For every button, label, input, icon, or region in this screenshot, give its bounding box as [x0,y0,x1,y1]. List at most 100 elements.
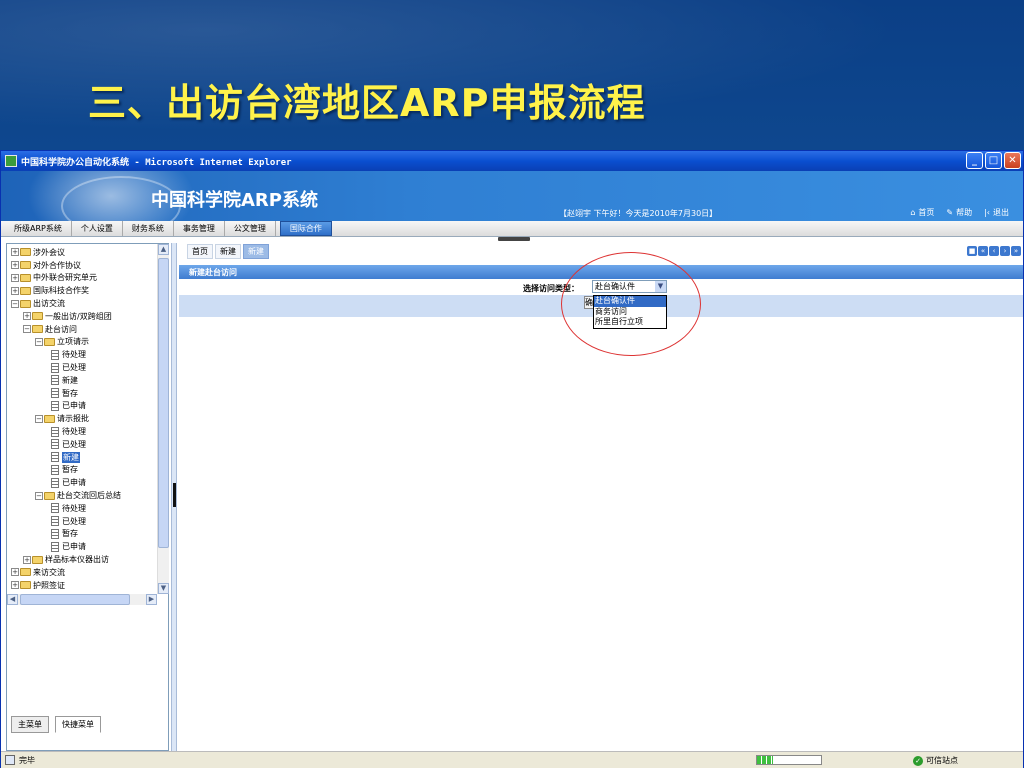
folder-icon [20,261,31,270]
tree-label: 赴台交流回后总结 [57,491,121,501]
home-link[interactable]: ⌂ 首页 [910,207,934,218]
expand-icon[interactable]: + [11,286,19,295]
user-greeting: 【赵翊宇 下午好！今天是2010年7月30日】 [559,209,718,218]
scroll-up-arrow-icon[interactable]: ▲ [158,244,169,255]
tree-item[interactable]: 已申请 [7,540,157,553]
menu-documents[interactable]: 公文管理 [225,221,276,236]
tree-folder[interactable]: + 中外联合研究单元 [7,272,157,285]
tab-new[interactable]: 新建 [215,243,241,259]
tree-folder[interactable]: + 国际科技合作奖 [7,284,157,297]
help-link[interactable]: ✎ 帮助 [946,207,972,218]
document-icon [51,541,59,552]
tree-item[interactable]: 待处理 [7,348,157,361]
tree-item[interactable]: 已处理 [7,438,157,451]
scroll-left-arrow-icon[interactable]: ◀ [7,594,18,605]
expand-icon[interactable]: + [23,555,31,564]
status-text: 完毕 [19,755,35,765]
scroll-thumb[interactable] [158,258,169,548]
tree-item[interactable]: 待处理 [7,425,157,438]
tree-folder[interactable]: + 样品标本仪器出访 [7,553,157,566]
tree-item[interactable]: 新建 [7,374,157,387]
security-zone-text: 可信站点 [926,756,958,765]
collapse-icon[interactable]: − [35,491,43,500]
tree-folder[interactable]: − 赴台访问 [7,323,157,336]
annotation-highlight-oval [561,252,701,356]
prev-icon[interactable]: ‹ [989,246,999,256]
document-icon [51,439,59,450]
folder-icon [20,299,31,308]
collapse-icon[interactable]: − [11,299,19,308]
scroll-right-arrow-icon[interactable]: ▶ [146,594,157,605]
folder-icon [20,286,31,295]
collapse-icon[interactable]: − [35,414,43,423]
expand-icon[interactable]: + [23,312,31,321]
expand-icon[interactable]: + [11,581,19,590]
last-icon[interactable]: » [1011,246,1021,256]
tree-item[interactable]: 已申请 [7,476,157,489]
check-icon: ✓ [913,755,923,766]
vertical-splitter[interactable] [171,243,177,751]
menu-finance[interactable]: 财务系统 [123,221,174,236]
folder-icon [20,568,31,577]
home-icon: ⌂ [910,208,916,217]
tree-item[interactable]: 暂存 [7,528,157,541]
help-icon: ✎ [946,208,954,217]
minimize-button[interactable]: _ [966,152,983,169]
first-icon[interactable]: « [978,246,988,256]
tree-folder[interactable]: + 来访交流 [7,566,157,579]
tab-home[interactable]: 首页 [187,243,213,259]
tree-item[interactable]: 待处理 [7,502,157,515]
tree-folder[interactable]: − 出访交流 [7,297,157,310]
folder-icon [44,337,55,346]
splitter-grip[interactable] [173,483,176,507]
tree-item[interactable]: 已申请 [7,400,157,413]
system-title: 中国科学院ARP系统 [151,190,318,211]
expand-icon[interactable]: + [11,248,19,257]
tree-label: 新建 [62,451,80,463]
horizontal-splitter-handle[interactable] [498,237,530,241]
tree-label: 对外合作协议 [33,260,81,270]
tree-folder[interactable]: + 一般出访/双跨组团 [7,310,157,323]
close-all-icon[interactable]: ■ [967,246,977,256]
tree-folder[interactable]: − 立项请示 [7,336,157,349]
tree-folder[interactable]: + 涉外会议 [7,246,157,259]
tree-item[interactable]: 新建 [7,451,157,464]
tree-label: 已处理 [62,363,86,373]
folder-icon [20,273,31,282]
expand-icon[interactable]: + [11,261,19,270]
progress-bar [756,755,822,765]
scroll-down-arrow-icon[interactable]: ▼ [158,583,169,594]
document-icon [51,452,59,463]
tree-item[interactable]: 已处理 [7,515,157,528]
tree-folder[interactable]: + 护照签证 [7,579,157,592]
exit-link[interactable]: |‹ 退出 [984,207,1009,218]
tree-label: 待处理 [62,503,86,513]
close-button[interactable]: ✕ [1004,152,1021,169]
expand-icon[interactable]: + [11,568,19,577]
menu-international-cooperation[interactable]: 国际合作 [279,221,332,236]
tab-new-active[interactable]: 新建 [243,243,269,259]
menu-institute-arp[interactable]: 所级ARP系统 [5,221,72,236]
tree-label: 中外联合研究单元 [33,273,97,283]
collapse-icon[interactable]: − [35,337,43,346]
hscroll-thumb[interactable] [20,594,130,605]
tree-item[interactable]: 暂存 [7,464,157,477]
tree-folder[interactable]: − 赴台交流回后总结 [7,489,157,502]
tree-folder[interactable]: − 请示报批 [7,412,157,425]
menu-affairs[interactable]: 事务管理 [174,221,225,236]
tree-item[interactable]: 暂存 [7,387,157,400]
tree-folder[interactable]: + 对外合作协议 [7,259,157,272]
folder-icon [20,581,31,590]
maximize-button[interactable]: □ [985,152,1002,169]
tree-label: 已申请 [62,542,86,552]
tree-vertical-scrollbar[interactable]: ▲ ▼ [157,244,169,594]
collapse-icon[interactable]: − [23,325,31,334]
menu-personal-settings[interactable]: 个人设置 [72,221,123,236]
document-icon [51,516,59,527]
expand-icon[interactable]: + [11,273,19,282]
next-icon[interactable]: › [1000,246,1010,256]
quick-menu-tab[interactable]: 快捷菜单 [55,716,101,733]
tree-horizontal-scrollbar[interactable]: ◀ ▶ [7,594,157,605]
main-menu-tab[interactable]: 主菜单 [11,716,49,733]
tree-item[interactable]: 已处理 [7,361,157,374]
